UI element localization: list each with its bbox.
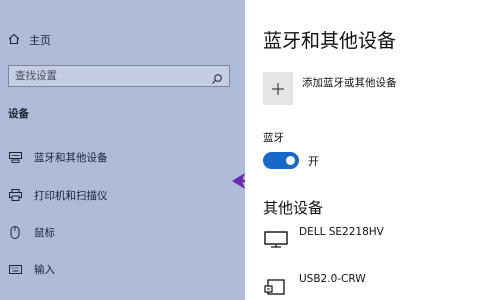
sidebar-item-label: 打印机和扫描仪 [34,189,108,202]
sidebar-item-printers[interactable]: 打印机和扫描仪 [8,186,108,204]
bluetooth-devices-icon [8,150,22,164]
sidebar-item-input[interactable]: 输入 [8,260,55,278]
sidebar-item-bluetooth[interactable]: 蓝牙和其他设备 [8,148,108,166]
mouse-icon [8,225,22,239]
sidebar-item-label: 鼠标 [34,226,55,239]
add-device-label[interactable]: 添加蓝牙或其他设备 [302,75,397,90]
sidebar-item-label: 蓝牙和其他设备 [34,151,108,164]
sidebar-home-label: 主页 [29,34,51,47]
keyboard-icon [8,262,22,276]
other-devices-heading: 其他设备 [263,199,324,217]
device-name: USB2.0-CRW [299,273,366,285]
card-reader-icon [263,273,289,295]
sidebar-home-link[interactable]: 主页 [8,31,51,49]
device-item[interactable]: DELL SE2218HV [263,226,384,248]
search-input[interactable] [9,66,211,86]
monitor-icon [263,226,289,248]
sidebar-section-title: 设备 [8,108,29,120]
bluetooth-state-label: 开 [308,155,319,168]
add-device-button[interactable] [263,72,293,105]
settings-search-box[interactable] [8,65,230,87]
bluetooth-toggle[interactable] [263,152,299,169]
page-title: 蓝牙和其他设备 [263,30,397,52]
settings-content: 蓝牙和其他设备 添加蓝牙或其他设备 蓝牙 开 其他设备 DELL SE2218H… [245,0,500,300]
printer-icon [8,188,22,202]
device-item[interactable]: USB2.0-CRW [263,273,366,295]
home-icon [8,33,20,48]
plus-icon [271,77,285,101]
device-name: DELL SE2218HV [299,226,384,238]
toggle-knob [286,156,295,165]
sidebar-item-label: 输入 [34,263,55,276]
bluetooth-label: 蓝牙 [263,132,284,144]
search-icon[interactable] [211,70,223,89]
sidebar-item-mouse[interactable]: 鼠标 [8,223,55,241]
settings-sidebar: 主页 设备 蓝牙和其他设备 打印机和扫描仪 鼠标 输入 [0,0,323,300]
